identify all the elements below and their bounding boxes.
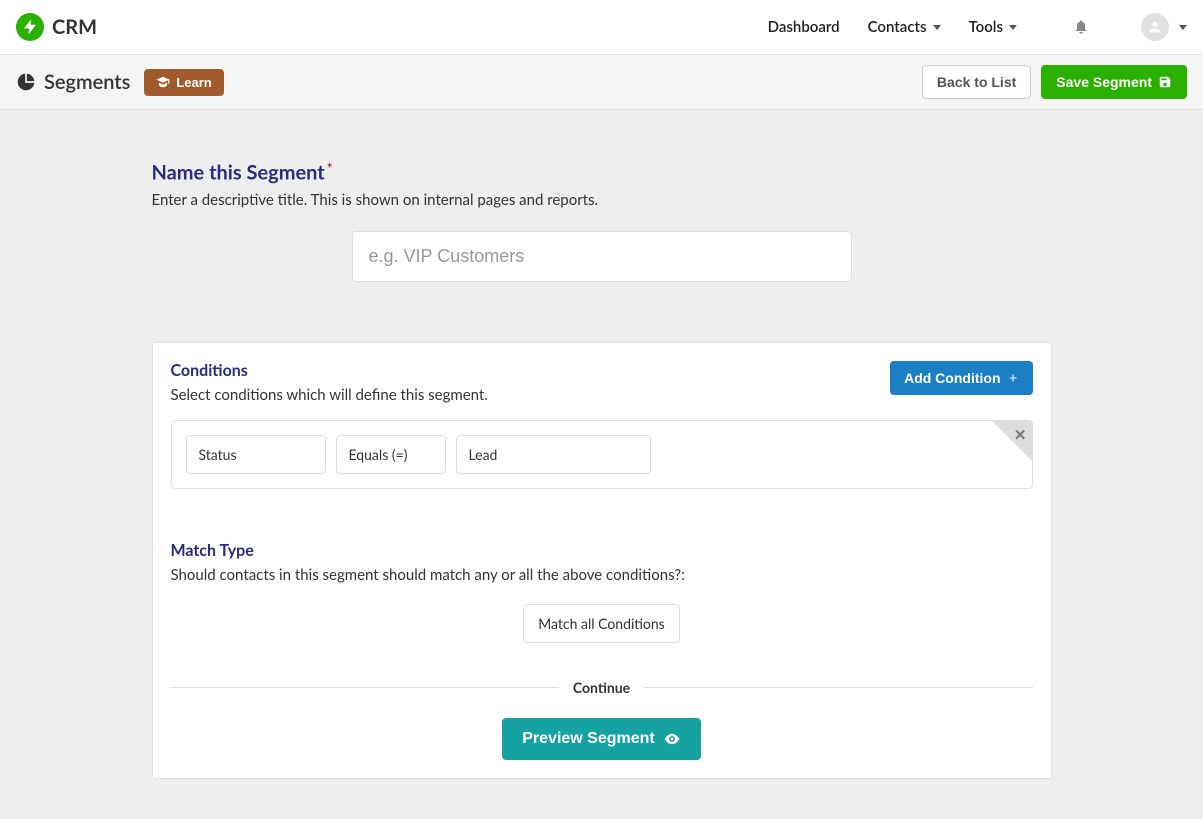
save-segment-label: Save Segment (1056, 74, 1152, 90)
conditions-title: Conditions (171, 361, 891, 380)
nav-items: Dashboard Contacts Tools (768, 13, 1187, 41)
remove-condition-button[interactable]: ✕ (992, 421, 1032, 461)
brand[interactable]: CRM (16, 13, 97, 41)
nav-tools-label: Tools (969, 18, 1003, 36)
eye-icon (663, 730, 681, 748)
back-to-list-button[interactable]: Back to List (922, 65, 1031, 99)
name-section-subtitle: Enter a descriptive title. This is shown… (152, 191, 1052, 209)
back-to-list-label: Back to List (937, 74, 1016, 90)
page-title: Segments (44, 70, 130, 94)
learn-button[interactable]: Learn (144, 69, 223, 96)
page-header: Segments Learn Back to List Save Segment (0, 55, 1203, 110)
top-nav: CRM Dashboard Contacts Tools (0, 0, 1203, 55)
graduation-cap-icon (156, 75, 170, 89)
preview-segment-label: Preview Segment (522, 730, 655, 748)
continue-divider: Continue (171, 679, 1033, 696)
match-type-subtitle: Should contacts in this segment should m… (171, 566, 1033, 584)
condition-value-value: Lead (469, 446, 498, 463)
segment-name-input[interactable] (352, 231, 852, 282)
nav-dashboard[interactable]: Dashboard (768, 18, 840, 36)
page-body: Name this Segment* Enter a descriptive t… (0, 110, 1203, 819)
plus-icon (1007, 372, 1019, 384)
nav-dashboard-label: Dashboard (768, 18, 840, 36)
name-section-title: Name this Segment (152, 161, 325, 185)
nav-tools[interactable]: Tools (969, 18, 1017, 36)
condition-field-select[interactable]: Status (186, 435, 326, 474)
match-type-section: Match Type Should contacts in this segme… (171, 541, 1033, 643)
preview-segment-button[interactable]: Preview Segment (502, 718, 701, 760)
match-type-title: Match Type (171, 541, 1033, 560)
condition-operator-select[interactable]: Equals (=) (336, 435, 446, 474)
match-type-value: Match all Conditions (538, 615, 664, 632)
conditions-card: Conditions Select conditions which will … (152, 342, 1052, 779)
save-icon (1158, 75, 1172, 89)
page-title-wrap: Segments (16, 70, 130, 94)
brand-logo-icon (16, 13, 44, 41)
save-segment-button[interactable]: Save Segment (1041, 65, 1187, 99)
conditions-subtitle: Select conditions which will define this… (171, 386, 891, 404)
pie-chart-icon (16, 72, 36, 92)
avatar-icon (1141, 13, 1169, 41)
condition-operator-value: Equals (=) (349, 446, 408, 463)
nav-contacts[interactable]: Contacts (868, 18, 941, 36)
notifications-button[interactable] (1073, 19, 1089, 35)
add-condition-label: Add Condition (904, 370, 1000, 386)
add-condition-button[interactable]: Add Condition (890, 361, 1032, 395)
user-menu[interactable] (1141, 13, 1187, 41)
close-icon: ✕ (1014, 426, 1027, 444)
nav-contacts-label: Contacts (868, 18, 927, 36)
match-type-select[interactable]: Match all Conditions (523, 604, 679, 643)
caret-down-icon (1009, 25, 1017, 30)
learn-label: Learn (176, 75, 211, 90)
condition-row: Status Equals (=) Lead ✕ (171, 420, 1033, 489)
caret-down-icon (1179, 25, 1187, 30)
caret-down-icon (933, 25, 941, 30)
condition-value-select[interactable]: Lead (456, 435, 651, 474)
brand-name: CRM (52, 15, 97, 39)
condition-field-value: Status (199, 446, 237, 463)
continue-label: Continue (559, 679, 644, 696)
required-mark: * (327, 160, 333, 177)
name-section: Name this Segment* Enter a descriptive t… (152, 160, 1052, 282)
